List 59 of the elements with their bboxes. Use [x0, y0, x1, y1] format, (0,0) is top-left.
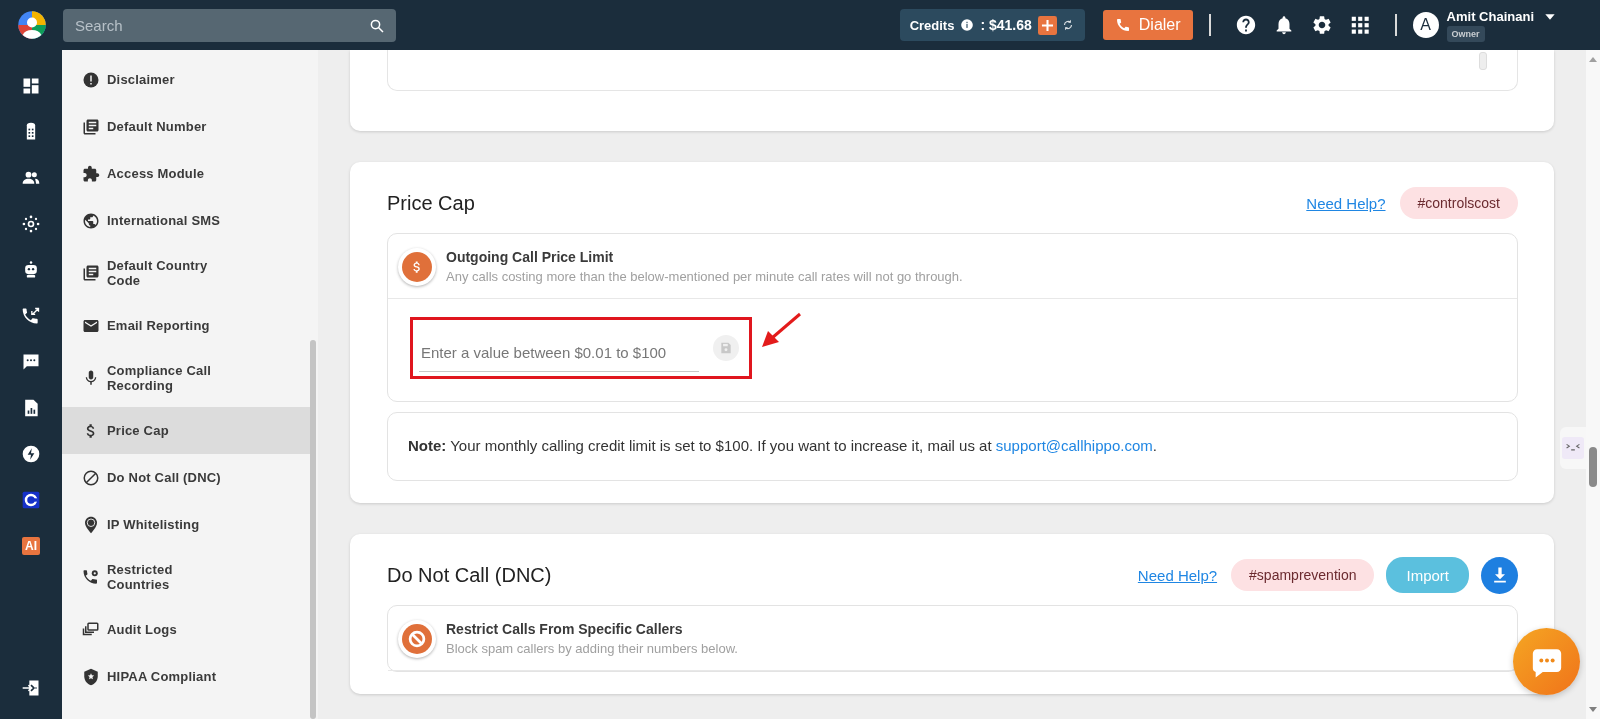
hub-icon[interactable] — [21, 214, 41, 234]
list-icon — [82, 117, 100, 136]
app-badge-icon[interactable] — [21, 490, 41, 510]
menu-item[interactable]: Default Number — [62, 103, 310, 150]
face-icon — [1562, 436, 1584, 460]
hashtag-chip[interactable]: #spamprevention — [1231, 559, 1375, 591]
credits-label: Credits — [909, 17, 955, 33]
note-text: Note: Your monthly calling credit limit is set to $100. If you want to increase it, mail us at support@callhippo.com. — [408, 436, 1158, 456]
section-title: Price Cap — [387, 191, 475, 215]
section-title: Do Not Call (DNC) — [387, 563, 552, 587]
app-logo-icon — [16, 10, 47, 40]
shield-icon — [82, 667, 100, 686]
menu-item[interactable]: Default Country Code — [62, 244, 310, 302]
menu-item[interactable]: HIPAA Compliant — [62, 653, 310, 700]
menu-item[interactable]: Do Not Call (DNC) — [62, 454, 310, 501]
scrollbar-thumb[interactable] — [310, 340, 316, 719]
download-button[interactable] — [1481, 556, 1518, 594]
location-pin-icon — [82, 515, 100, 534]
menu-item[interactable]: Compliance Call Recording — [62, 349, 310, 407]
menu-item[interactable]: Email Reporting — [62, 302, 310, 349]
phone-transfer-icon[interactable] — [21, 306, 41, 326]
block-icon — [82, 468, 100, 487]
setting-description: Block spam callers by adding their numbers below. — [446, 641, 738, 656]
bolt-icon[interactable] — [21, 444, 41, 464]
alert-icon — [82, 70, 100, 89]
credits-amount: : $41.68 — [980, 17, 1032, 33]
avatar[interactable]: A — [1412, 11, 1439, 38]
user-name[interactable]: Amit Chainani — [1446, 8, 1534, 24]
help-icon[interactable] — [1234, 14, 1257, 36]
list-icon — [82, 264, 100, 282]
menu-item[interactable]: International SMS — [62, 197, 310, 244]
role-badge: Owner — [1446, 25, 1485, 42]
menu-item[interactable]: Price Cap — [62, 407, 310, 454]
menu-item[interactable]: Audit Logs — [62, 606, 310, 653]
menu-item[interactable]: Restricted Countries — [62, 548, 310, 606]
setting-title: Restrict Calls From Specific Callers — [446, 621, 684, 637]
info-icon — [960, 18, 975, 32]
globe-icon — [82, 211, 100, 230]
settings-icon[interactable] — [1310, 14, 1333, 36]
scrollbar-thumb[interactable] — [1589, 447, 1597, 487]
menu-item[interactable]: IP Whitelisting — [62, 501, 310, 548]
add-credit-icon[interactable] — [1037, 15, 1057, 35]
search-field[interactable]: Search — [63, 8, 396, 42]
help-link[interactable]: Need Help? — [1137, 566, 1218, 584]
menu-item[interactable]: Access Module — [62, 150, 310, 197]
email-link[interactable]: support@callhippo.com — [995, 437, 1153, 454]
help-link[interactable]: Need Help? — [1306, 194, 1386, 212]
menu-item[interactable]: Disclaimer — [62, 56, 310, 103]
phone-icon — [1114, 17, 1131, 33]
exit-icon[interactable] — [21, 678, 41, 698]
hashtag-chip[interactable]: #controlscost — [1399, 187, 1518, 219]
scrollbar-thumb[interactable] — [1479, 52, 1487, 70]
puzzle-icon — [82, 164, 100, 183]
chat-icon[interactable] — [21, 352, 41, 372]
setting-description: Any calls costing more than the below-mentioned per minute call rates will not go through. — [446, 269, 963, 284]
annotation-arrow — [762, 312, 802, 348]
setting-title: Outgoing Call Price Limit — [446, 249, 615, 265]
dashboard-icon[interactable] — [21, 76, 41, 96]
phone-gear-icon — [82, 568, 100, 586]
